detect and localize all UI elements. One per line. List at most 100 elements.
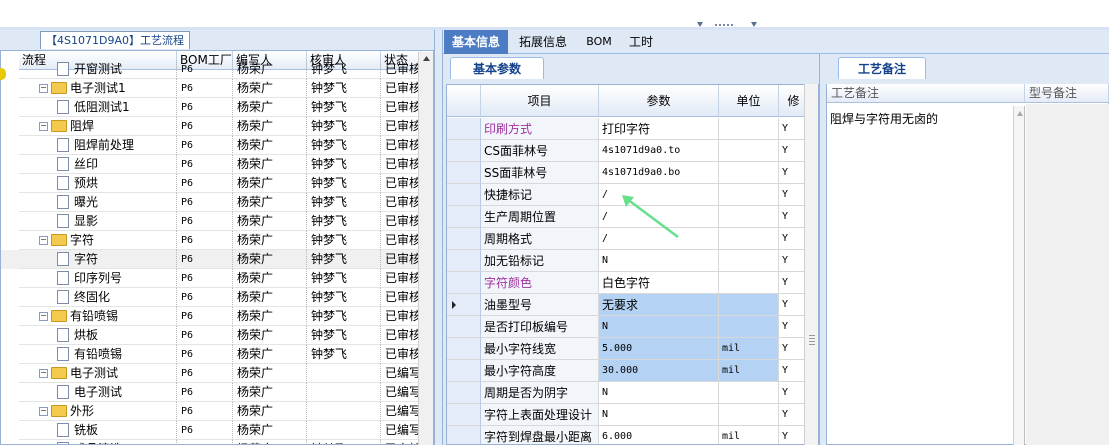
tree-node[interactable]: 烘板 bbox=[19, 326, 177, 345]
vertical-splitter[interactable] bbox=[434, 30, 443, 445]
params-row[interactable]: 是否打印板编号 N Y bbox=[447, 316, 818, 338]
tree-row[interactable]: 烘板 P6 杨荣广 钟梦飞 已审核 bbox=[1, 326, 433, 345]
tree-row[interactable]: 印序列号 P6 杨荣广 钟梦飞 已审核 bbox=[1, 269, 433, 288]
row-indicator[interactable] bbox=[447, 206, 481, 228]
tree-row[interactable]: 低阻测试1 P6 杨荣广 钟梦飞 已审核 bbox=[1, 98, 433, 117]
vertical-splitter-2[interactable] bbox=[819, 54, 826, 445]
tree-node[interactable]: 成品清洗 bbox=[19, 440, 177, 444]
collapse-toggle-icon[interactable]: − bbox=[39, 84, 48, 93]
tree-row[interactable]: 成品清洗P6杨荣广钟梦飞已审核 bbox=[1, 440, 433, 444]
tree-row[interactable]: − 阻焊 P6 杨荣广 钟梦飞 已审核 bbox=[1, 117, 433, 136]
tree-node[interactable]: − 电子测试 bbox=[19, 364, 177, 383]
tree-node[interactable]: 印序列号 bbox=[19, 269, 177, 288]
params-cell-value[interactable]: 5.000 bbox=[599, 338, 719, 360]
params-cell-value[interactable]: 4s1071d9a0.bo bbox=[599, 162, 719, 184]
params-cell-unit[interactable] bbox=[719, 294, 779, 316]
row-indicator[interactable] bbox=[447, 426, 481, 444]
process-flow-tab[interactable]: 【4S1071D9A0】工艺流程 bbox=[40, 31, 190, 49]
params-cell-unit[interactable] bbox=[719, 272, 779, 294]
tree-row[interactable]: 铣板 P6 杨荣广 已编写 bbox=[1, 421, 433, 440]
tree-node[interactable]: 低阻测试1 bbox=[19, 98, 177, 117]
tree-row[interactable]: 电子测试 P6 杨荣广 已编写 bbox=[1, 383, 433, 402]
row-indicator[interactable] bbox=[447, 338, 481, 360]
row-indicator[interactable] bbox=[447, 272, 481, 294]
params-cell-value[interactable]: N bbox=[599, 382, 719, 404]
tab-bom[interactable]: BOM bbox=[578, 30, 620, 54]
tree-node[interactable]: 字符 bbox=[19, 250, 177, 269]
tree-row[interactable]: − 字符 P6 杨荣广 钟梦飞 已审核 bbox=[1, 231, 433, 250]
params-cell-unit[interactable] bbox=[719, 250, 779, 272]
tree-row[interactable]: 有铅喷锡 P6 杨荣广 钟梦飞 已审核 bbox=[1, 345, 433, 364]
tree-row[interactable]: 丝印 P6 杨荣广 钟梦飞 已审核 bbox=[1, 155, 433, 174]
params-cell-unit[interactable] bbox=[719, 382, 779, 404]
tree-row[interactable]: 开窗测试 P6 杨荣广 钟梦飞 已审核 bbox=[1, 60, 433, 79]
remarks-scrollbar[interactable] bbox=[1013, 106, 1025, 445]
row-indicator[interactable] bbox=[447, 250, 481, 272]
row-indicator[interactable] bbox=[447, 162, 481, 184]
tree-node[interactable]: − 外形 bbox=[19, 402, 177, 421]
params-row[interactable]: 加无铅标记 N Y bbox=[447, 250, 818, 272]
params-column-header[interactable]: 项目 bbox=[481, 85, 599, 117]
tree-row[interactable]: 预烘 P6 杨荣广 钟梦飞 已审核 bbox=[1, 174, 433, 193]
tree-node[interactable]: 终固化 bbox=[19, 288, 177, 307]
tree-row[interactable]: 终固化 P6 杨荣广 钟梦飞 已审核 bbox=[1, 288, 433, 307]
process-remarks-field[interactable]: 阻焊与字符用无卤的 bbox=[830, 110, 1020, 130]
params-cell-value[interactable]: 打印字符 bbox=[599, 118, 719, 140]
params-column-header[interactable]: 参数 bbox=[599, 85, 719, 117]
params-cell-unit[interactable] bbox=[719, 228, 779, 250]
params-column-header[interactable]: 单位 bbox=[719, 85, 779, 117]
tab-extended-info[interactable]: 拓展信息 bbox=[510, 30, 576, 54]
tree-node[interactable]: 开窗测试 bbox=[19, 60, 177, 79]
row-indicator[interactable] bbox=[447, 404, 481, 426]
row-indicator[interactable] bbox=[447, 294, 481, 316]
collapse-toggle-icon[interactable]: − bbox=[39, 122, 48, 131]
params-row[interactable]: 油墨型号 无要求 Y bbox=[447, 294, 818, 316]
tree-row[interactable]: − 电子测试1 P6 杨荣广 钟梦飞 已审核 bbox=[1, 79, 433, 98]
tree-node[interactable]: − 有铅喷锡 bbox=[19, 307, 177, 326]
params-row[interactable]: 最小字符线宽 5.000 mil Y bbox=[447, 338, 818, 360]
params-row[interactable]: 周期是否为阴字 N Y bbox=[447, 382, 818, 404]
collapse-toggle-icon[interactable]: − bbox=[39, 312, 48, 321]
tree-row[interactable]: − 有铅喷锡 P6 杨荣广 钟梦飞 已审核 bbox=[1, 307, 433, 326]
params-cell-unit[interactable] bbox=[719, 184, 779, 206]
params-cell-value[interactable]: 白色字符 bbox=[599, 272, 719, 294]
tree-node[interactable]: − 电子测试1 bbox=[19, 79, 177, 98]
scroll-thumb-grip-icon[interactable] bbox=[805, 84, 819, 384]
tree-row[interactable]: 字符 P6 杨荣广 钟梦飞 已审核 bbox=[1, 250, 433, 269]
tree-node[interactable]: 阻焊前处理 bbox=[19, 136, 177, 155]
tree-node[interactable]: 显影 bbox=[19, 212, 177, 231]
tree-node[interactable]: − 阻焊 bbox=[19, 117, 177, 136]
tree-row[interactable]: − 外形 P6 杨荣广 已编写 bbox=[1, 402, 433, 421]
row-indicator[interactable] bbox=[447, 184, 481, 206]
params-cell-unit[interactable] bbox=[719, 206, 779, 228]
tree-node[interactable]: 铣板 bbox=[19, 421, 177, 440]
params-row[interactable]: 印刷方式 打印字符 Y bbox=[447, 118, 818, 140]
tree-row[interactable]: 显影 P6 杨荣广 钟梦飞 已审核 bbox=[1, 212, 433, 231]
params-cell-unit[interactable]: mil bbox=[719, 360, 779, 382]
tab-basic-params[interactable]: 基本参数 bbox=[450, 57, 544, 79]
params-cell-unit[interactable] bbox=[719, 118, 779, 140]
params-cell-value[interactable]: 30.000 bbox=[599, 360, 719, 382]
params-cell-value[interactable]: N bbox=[599, 316, 719, 338]
params-row[interactable]: 字符颜色 白色字符 Y bbox=[447, 272, 818, 294]
row-indicator[interactable] bbox=[447, 118, 481, 140]
tree-node[interactable]: 预烘 bbox=[19, 174, 177, 193]
tree-node[interactable]: 丝印 bbox=[19, 155, 177, 174]
row-indicator[interactable] bbox=[447, 316, 481, 338]
row-indicator[interactable] bbox=[447, 360, 481, 382]
row-indicator[interactable] bbox=[447, 140, 481, 162]
params-cell-value[interactable]: N bbox=[599, 250, 719, 272]
collapse-toggle-icon[interactable]: − bbox=[39, 369, 48, 378]
params-cell-unit[interactable] bbox=[719, 140, 779, 162]
tree-node[interactable]: 电子测试 bbox=[19, 383, 177, 402]
params-vertical-scrollbar[interactable] bbox=[804, 84, 818, 445]
model-remarks-field[interactable] bbox=[1026, 104, 1109, 445]
row-indicator[interactable] bbox=[447, 382, 481, 404]
params-cell-value[interactable]: N bbox=[599, 404, 719, 426]
splitter-grip-icon[interactable] bbox=[697, 21, 757, 29]
params-cell-value[interactable]: 4s1071d9a0.to bbox=[599, 140, 719, 162]
tab-basic-info[interactable]: 基本信息 bbox=[444, 30, 508, 54]
params-row[interactable]: CS面菲林号 4s1071d9a0.to Y bbox=[447, 140, 818, 162]
tab-process-remarks[interactable]: 工艺备注 bbox=[838, 57, 926, 79]
tree-node[interactable]: − 字符 bbox=[19, 231, 177, 250]
